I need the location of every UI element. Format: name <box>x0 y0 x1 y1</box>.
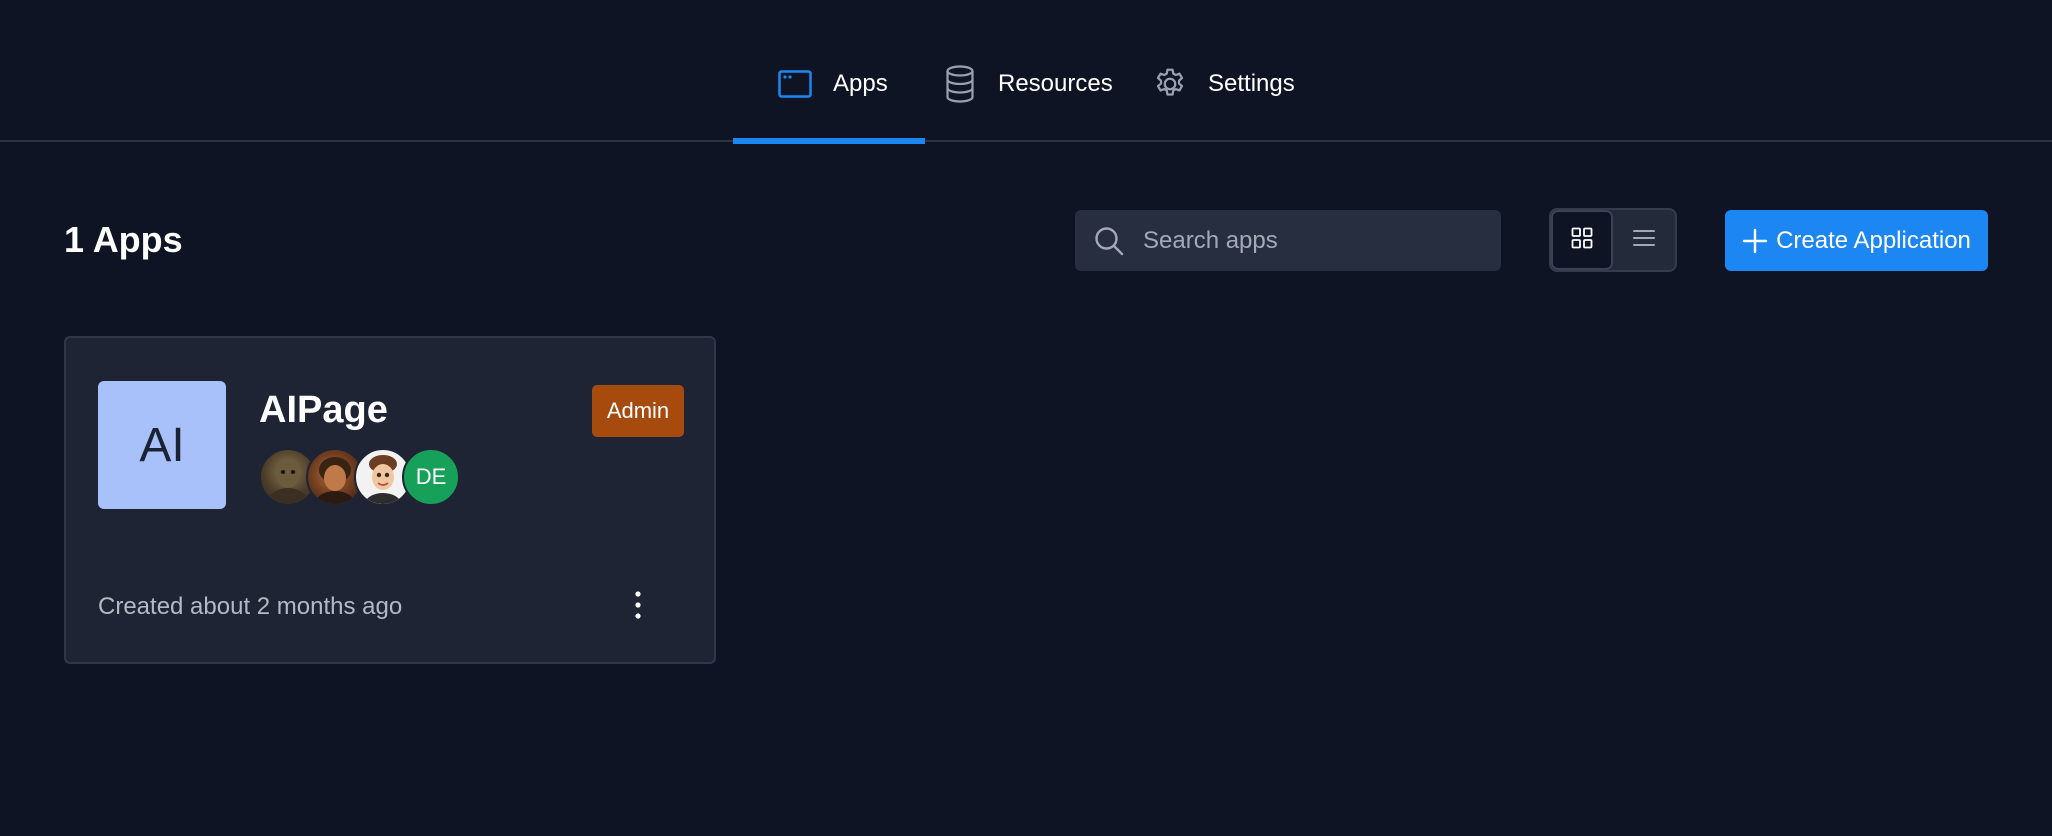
grid-view-button[interactable] <box>1551 210 1613 270</box>
database-icon <box>940 64 980 104</box>
create-application-label: Create Application <box>1776 226 1971 254</box>
app-name: AIPage <box>259 389 388 431</box>
tab-resources[interactable]: Resources <box>940 64 1120 142</box>
main-tabs: Apps Resources Settings <box>0 0 2052 144</box>
view-toggle <box>1549 208 1677 272</box>
created-date: Created about 2 months ago <box>98 593 403 620</box>
search-input[interactable] <box>1141 225 1485 256</box>
tab-apps[interactable]: Apps <box>733 64 925 144</box>
gear-icon <box>1150 64 1190 104</box>
search-icon <box>1093 225 1125 257</box>
app-thumbnail: AI <box>98 381 226 509</box>
avatar-initials: DE <box>402 448 460 506</box>
app-card[interactable]: AI AIPage Admin DE Created about 2 month… <box>64 336 716 664</box>
more-options-button[interactable] <box>618 582 658 632</box>
grid-icon <box>1571 227 1593 254</box>
tab-resources-label: Resources <box>998 70 1113 97</box>
more-vertical-icon <box>634 590 642 625</box>
page-title: 1 Apps <box>64 219 183 260</box>
tab-apps-label: Apps <box>833 70 888 97</box>
plus-icon <box>1742 228 1768 254</box>
tab-settings[interactable]: Settings <box>1150 64 1310 142</box>
list-icon <box>1632 228 1656 253</box>
active-tab-indicator <box>733 138 925 144</box>
role-badge: Admin <box>592 385 684 437</box>
list-view-button[interactable] <box>1613 210 1675 270</box>
window-icon <box>775 64 815 104</box>
tab-settings-label: Settings <box>1208 70 1295 97</box>
search-box[interactable] <box>1075 210 1501 271</box>
create-application-button[interactable]: Create Application <box>1725 210 1988 271</box>
